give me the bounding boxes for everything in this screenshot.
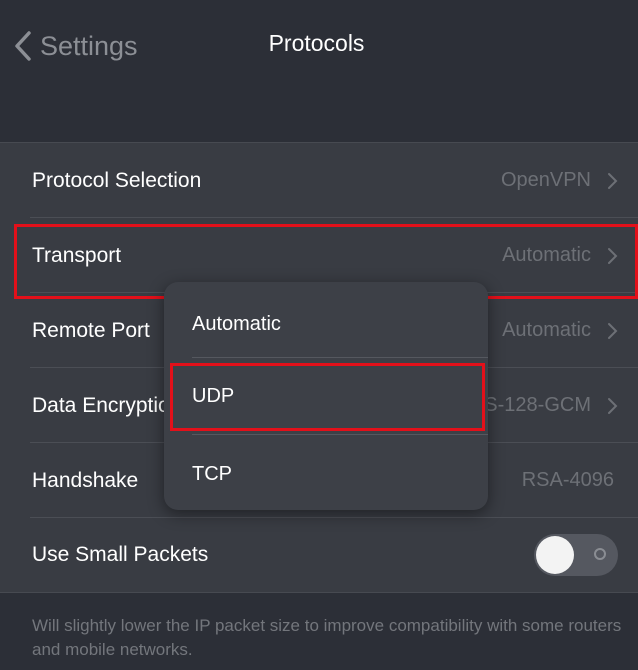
row-value: Automatic [502, 319, 591, 341]
row-value: OpenVPN [500, 169, 591, 191]
page-title: Protocols [268, 30, 365, 56]
divider [192, 357, 488, 358]
chevron-right-icon [608, 172, 618, 189]
transport-dropdown: Automatic UDP TCP [164, 282, 488, 510]
chevron-right-icon [608, 322, 618, 339]
row-label: Transport [32, 243, 122, 267]
row-value: Automatic [502, 244, 591, 266]
small-packets-toggle[interactable] [534, 534, 618, 576]
dropdown-option-automatic[interactable]: Automatic [192, 290, 488, 358]
row-protocol-selection[interactable]: Protocol Selection OpenVPN [0, 143, 638, 218]
toggle-knob [536, 536, 574, 574]
row-label: Use Small Packets [32, 543, 209, 566]
chevron-right-icon [608, 397, 618, 414]
row-label: Protocol Selection [32, 168, 202, 192]
row-value: RSA-4096 [521, 469, 614, 491]
row-label: Handshake [32, 468, 139, 492]
dropdown-option-tcp[interactable]: TCP [192, 440, 488, 508]
chevron-right-icon [608, 247, 618, 264]
divider [192, 434, 488, 435]
row-label: Data Encryption [32, 393, 182, 417]
nav-header: Settings Protocols [0, 0, 638, 142]
row-use-small-packets: Use Small Packets [0, 518, 638, 593]
dropdown-option-udp[interactable]: UDP [192, 362, 488, 430]
toggle-off-icon [594, 548, 606, 560]
row-label: Remote Port [32, 318, 150, 342]
footer-note: Will slightly lower the IP packet size t… [32, 616, 622, 659]
